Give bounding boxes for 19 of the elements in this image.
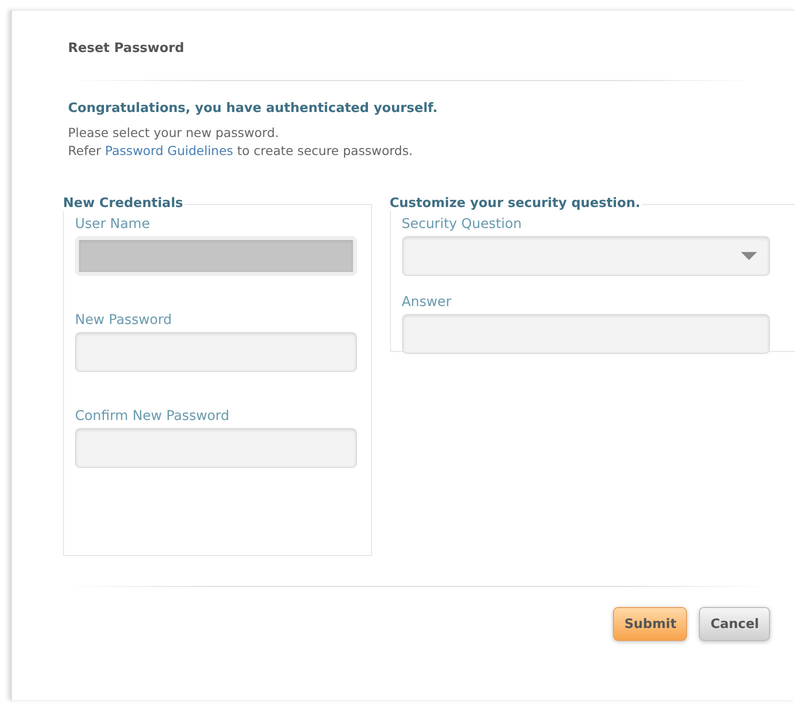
- input-field[interactable]: [75, 428, 357, 468]
- dropdown-field[interactable]: [402, 236, 770, 276]
- instruction-text: Please select your new password.: [68, 124, 280, 142]
- input-field[interactable]: [75, 332, 357, 372]
- input-field[interactable]: [402, 314, 770, 354]
- success-heading: Congratulations, you have authenticated yourself.: [68, 101, 439, 116]
- submit-button[interactable]: Submit: [613, 607, 688, 641]
- field-label: Answer: [402, 294, 452, 310]
- fieldset-legend: Customize your security question.: [390, 196, 642, 211]
- guidelines-text: Refer Password Guidelines to create secure passwords.: [68, 142, 414, 160]
- field-label: Confirm New Password: [75, 408, 230, 424]
- cancel-button[interactable]: Cancel: [699, 607, 770, 641]
- guidelines-link[interactable]: Password Guidelines: [105, 143, 234, 158]
- field-label: User Name: [75, 216, 150, 232]
- fieldset-legend: New Credentials: [63, 196, 186, 211]
- field-label: New Password: [75, 312, 172, 328]
- caret-icon: [740, 252, 757, 260]
- field-label: Security Question: [402, 216, 522, 232]
- dialog-title: Reset Password: [68, 41, 186, 56]
